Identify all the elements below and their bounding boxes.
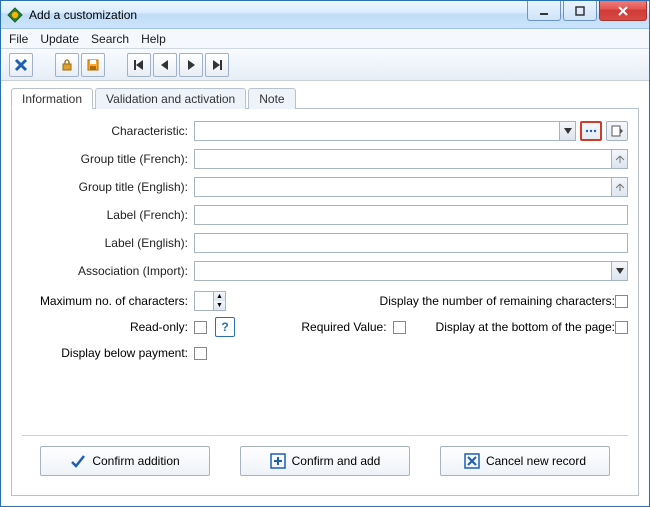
tab-note[interactable]: Note bbox=[248, 88, 295, 109]
toolbar-lock-icon[interactable] bbox=[55, 53, 79, 77]
readonly-label: Read-only: bbox=[130, 320, 194, 334]
label-fr-field[interactable] bbox=[194, 205, 628, 225]
characteristic-extra-button[interactable] bbox=[606, 121, 628, 141]
display-remaining-label: Display the number of remaining characte… bbox=[380, 294, 615, 308]
spin-down-icon[interactable]: ▼ bbox=[214, 301, 225, 310]
confirm-addition-label: Confirm addition bbox=[92, 454, 179, 468]
toolbar-save-icon[interactable] bbox=[81, 53, 105, 77]
bottom-bar: Confirm addition Confirm and add Cancel … bbox=[22, 435, 628, 485]
label-en-label: Label (English): bbox=[22, 236, 194, 250]
max-chars-label: Maximum no. of characters: bbox=[40, 294, 194, 308]
titlebar: Add a customization bbox=[1, 1, 649, 29]
max-chars-spinner[interactable]: ▲▼ bbox=[194, 291, 226, 311]
toolbar-prev-icon[interactable] bbox=[153, 53, 177, 77]
maximize-button[interactable] bbox=[563, 1, 597, 21]
group-fr-label: Group title (French): bbox=[22, 152, 194, 166]
tab-body-information: Characteristic: Group title (French): bbox=[11, 109, 639, 496]
chevron-down-icon[interactable] bbox=[559, 122, 575, 140]
expand-icon[interactable] bbox=[611, 150, 627, 168]
expand-icon[interactable] bbox=[611, 178, 627, 196]
display-remaining-checkbox[interactable] bbox=[615, 295, 628, 308]
menu-update[interactable]: Update bbox=[40, 32, 79, 46]
window: Add a customization File Update Search H… bbox=[0, 0, 650, 507]
cancel-new-record-button[interactable]: Cancel new record bbox=[440, 446, 610, 476]
cancel-new-record-label: Cancel new record bbox=[486, 454, 586, 468]
toolbar-cancel-icon[interactable] bbox=[9, 53, 33, 77]
required-label: Required Value: bbox=[301, 320, 386, 334]
menu-help[interactable]: Help bbox=[141, 32, 166, 46]
chevron-down-icon[interactable] bbox=[611, 262, 627, 280]
minimize-button[interactable] bbox=[527, 1, 561, 21]
spin-up-icon[interactable]: ▲ bbox=[214, 292, 225, 301]
confirm-addition-button[interactable]: Confirm addition bbox=[40, 446, 210, 476]
display-below-payment-label: Display below payment: bbox=[61, 346, 194, 360]
close-button[interactable] bbox=[599, 1, 647, 21]
label-fr-label: Label (French): bbox=[22, 208, 194, 222]
characteristic-combo[interactable] bbox=[194, 121, 576, 141]
tab-validation[interactable]: Validation and activation bbox=[95, 88, 246, 109]
content: Information Validation and activation No… bbox=[1, 81, 649, 506]
group-fr-field[interactable] bbox=[194, 149, 628, 169]
group-en-label: Group title (English): bbox=[22, 180, 194, 194]
plus-icon bbox=[270, 453, 286, 469]
toolbar-first-icon[interactable] bbox=[127, 53, 151, 77]
display-bottom-checkbox[interactable] bbox=[615, 321, 628, 334]
help-button[interactable]: ? bbox=[215, 317, 235, 337]
window-controls bbox=[527, 1, 649, 28]
group-en-field[interactable] bbox=[194, 177, 628, 197]
confirm-and-add-label: Confirm and add bbox=[292, 454, 381, 468]
association-label: Association (Import): bbox=[22, 264, 194, 278]
menu-file[interactable]: File bbox=[9, 32, 28, 46]
tab-strip: Information Validation and activation No… bbox=[11, 87, 639, 109]
check-icon bbox=[70, 453, 86, 469]
readonly-checkbox[interactable] bbox=[194, 321, 207, 334]
characteristic-browse-button[interactable] bbox=[580, 121, 602, 141]
display-bottom-label: Display at the bottom of the page: bbox=[436, 320, 615, 334]
display-below-payment-checkbox[interactable] bbox=[194, 347, 207, 360]
confirm-and-add-button[interactable]: Confirm and add bbox=[240, 446, 410, 476]
label-en-field[interactable] bbox=[194, 233, 628, 253]
app-icon bbox=[7, 7, 23, 23]
toolbar bbox=[1, 49, 649, 81]
tab-information[interactable]: Information bbox=[11, 88, 93, 109]
association-combo[interactable] bbox=[194, 261, 628, 281]
toolbar-last-icon[interactable] bbox=[205, 53, 229, 77]
required-checkbox[interactable] bbox=[393, 321, 406, 334]
toolbar-next-icon[interactable] bbox=[179, 53, 203, 77]
menu-search[interactable]: Search bbox=[91, 32, 129, 46]
cancel-icon bbox=[464, 453, 480, 469]
characteristic-label: Characteristic: bbox=[22, 124, 194, 138]
window-title: Add a customization bbox=[29, 8, 527, 22]
menubar: File Update Search Help bbox=[1, 29, 649, 49]
